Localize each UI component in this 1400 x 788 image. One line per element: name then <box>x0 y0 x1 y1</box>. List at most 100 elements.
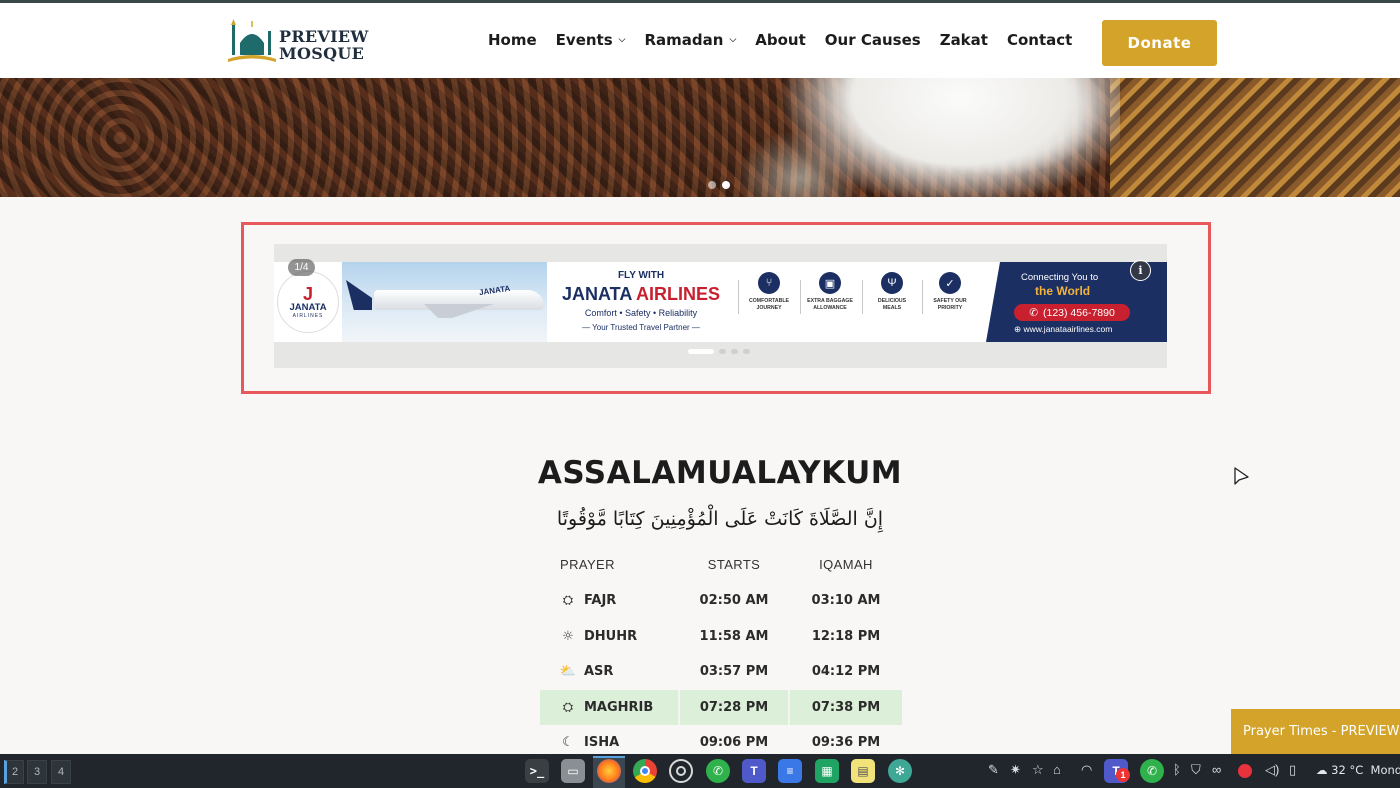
weather-cloud-icon: ☁ <box>1316 763 1328 777</box>
greeting-heading: ASSALAMUALAYKUM <box>537 455 903 491</box>
hero-dot-2[interactable] <box>722 181 730 189</box>
hero-carpet-right <box>1110 78 1400 197</box>
link-icon[interactable]: ∞ <box>1212 762 1221 777</box>
moon-icon: ☾ <box>562 735 574 751</box>
os-taskbar <box>0 754 1400 788</box>
feature-comfortable: ⑂ COMFORTABLE JOURNEY <box>741 272 797 311</box>
logo-text: PREVIEW MOSQUE <box>279 27 369 63</box>
workspace-2[interactable]: 2 <box>4 760 24 784</box>
nav-about[interactable]: About <box>755 31 806 49</box>
whatsapp-tray-icon[interactable]: ✆ <box>1140 759 1164 783</box>
sunrise-icon: ⛭ <box>562 593 574 609</box>
ad-website[interactable]: ⊕ www.janataairlines.com <box>1014 324 1112 335</box>
ad-slide-counter: 1/4 <box>288 259 315 276</box>
hero-dot-1[interactable] <box>708 181 716 189</box>
prayer-times-tab[interactable]: Prayer Times - PREVIEW <box>1231 709 1400 754</box>
workspace-4[interactable]: 4 <box>51 760 71 784</box>
trash-icon[interactable]: ⌂ <box>1053 762 1061 777</box>
ad-connecting: Connecting You to <box>1021 272 1099 283</box>
asr-starts: 03:57 PM <box>699 664 769 680</box>
ad-phone[interactable]: ✆ (123) 456-7890 <box>1014 304 1130 321</box>
dhuhr-starts: 11:58 AM <box>699 628 769 644</box>
feature-meals: Ψ DELICIOUS MEALS <box>864 272 920 311</box>
battery-icon[interactable]: ▯ <box>1289 762 1296 778</box>
ad-fly-with: FLY WITH <box>617 270 665 281</box>
globe-icon: ⊕ <box>1014 324 1022 334</box>
hero-image <box>760 78 1120 197</box>
record-icon[interactable] <box>1238 764 1252 778</box>
site-header: PREVIEW MOSQUE Home Events ⌵ Ramadan ⌵ Abo… <box>0 3 1400 78</box>
sun-cloud-icon: ⛅ <box>559 664 577 680</box>
feature-divider <box>862 280 863 314</box>
teams-icon[interactable]: T <box>742 759 766 783</box>
volume-icon[interactable]: ◁) <box>1265 762 1279 778</box>
ad-headline: JANATA AIRLINES <box>550 284 732 305</box>
bluetooth-icon[interactable]: ᛒ <box>1173 762 1181 777</box>
chevron-down-icon: ⌵ <box>618 35 626 45</box>
site-logo[interactable]: PREVIEW MOSQUE <box>226 15 369 67</box>
terminal-icon[interactable]: >_ <box>525 759 549 783</box>
ad-dot-4[interactable] <box>743 349 750 354</box>
workspace-3[interactable]: 3 <box>27 760 47 784</box>
nav-events[interactable]: Events ⌵ <box>556 31 626 49</box>
settings-app-icon[interactable]: ✻ <box>888 759 912 783</box>
nav-zakat[interactable]: Zakat <box>940 31 988 49</box>
ad-dot-1[interactable] <box>688 349 714 354</box>
ad-partner: — Your Trusted Travel Partner — <box>582 323 700 332</box>
vpn-shield-icon[interactable]: ⛉ <box>1191 762 1201 778</box>
isha-iqamah: 09:36 PM <box>811 735 881 751</box>
feature-baggage: ▣ EXTRA BAGGAGE ALLOWANCE <box>802 272 858 311</box>
airline-ad-banner[interactable]: J JANATA AIRLINES JANATA FLY WITH JANATA… <box>274 262 1167 342</box>
maghrib-iqamah: 07:38 PM <box>811 699 881 715</box>
docs-icon[interactable]: ≡ <box>778 759 802 783</box>
feature-safety: ✓ SAFETY OUR PRIORITY <box>922 272 978 311</box>
nav-ramadan[interactable]: Ramadan ⌵ <box>644 31 736 49</box>
color-picker-icon[interactable]: ✎ <box>988 762 999 778</box>
messaging-icon[interactable]: ✆ <box>706 759 730 783</box>
notification-badge: 1 <box>1116 768 1130 782</box>
airline-logo-mark: J <box>302 283 313 304</box>
notes-icon[interactable]: ▤ <box>851 759 875 783</box>
asr-iqamah: 04:12 PM <box>811 664 881 680</box>
cutlery-icon: Ψ <box>881 272 903 294</box>
header-starts: STARTS <box>707 557 761 572</box>
sheets-icon[interactable]: ▦ <box>815 759 839 783</box>
nav-home[interactable]: Home <box>488 31 537 49</box>
ad-pagination <box>688 349 750 354</box>
star-icon[interactable]: ☆ <box>1032 762 1044 778</box>
mosque-logo-icon <box>228 19 276 62</box>
quran-verse: إِنَّ الصَّلَاةَ كَانَتْ عَلَى الْمُؤْمِ… <box>556 508 884 530</box>
ad-dot-3[interactable] <box>731 349 738 354</box>
bug-icon[interactable]: ✷ <box>1010 762 1021 778</box>
ad-tagline: Comfort • Safety • Reliability <box>584 308 698 318</box>
ad-headline-red: AIRLINES <box>636 284 721 304</box>
main-nav: Home Events ⌵ Ramadan ⌵ About Our Causes Z… <box>488 31 1091 49</box>
nav-contact[interactable]: Contact <box>1007 31 1072 49</box>
feature-divider <box>738 280 739 314</box>
donate-button[interactable]: Donate <box>1102 20 1217 66</box>
feature-divider <box>800 280 801 314</box>
seat-icon: ⑂ <box>758 272 780 294</box>
table-row-maghrib: ⛭ MAGHRIB 07:28 PM 07:38 PM <box>540 689 902 725</box>
sunset-icon: ⛭ <box>562 699 574 715</box>
ad-dot-2[interactable] <box>719 349 726 354</box>
table-row-asr: ⛅ ASR 03:57 PM 04:12 PM <box>540 654 902 690</box>
airline-logo: J JANATA AIRLINES <box>277 271 339 333</box>
nav-our-causes[interactable]: Our Causes <box>825 31 921 49</box>
isha-starts: 09:06 PM <box>699 735 769 751</box>
fajr-iqamah: 03:10 AM <box>811 593 881 609</box>
files-icon[interactable]: ▭ <box>561 759 585 783</box>
chevron-down-icon: ⌵ <box>729 35 737 45</box>
wifi-icon[interactable]: ◠ <box>1081 762 1092 778</box>
shield-icon: ✓ <box>939 272 961 294</box>
mouse-cursor-icon <box>1234 467 1249 485</box>
chrome-icon[interactable] <box>633 759 657 783</box>
info-icon[interactable]: i <box>1130 260 1151 281</box>
hero-dots <box>708 181 730 189</box>
firefox-icon[interactable] <box>597 759 621 783</box>
header-iqamah: IQAMAH <box>819 557 873 572</box>
maghrib-starts: 07:28 PM <box>678 689 790 725</box>
weather-readout[interactable]: ☁ 32 °C Mond <box>1316 763 1400 777</box>
ad-headline-blue: JANATA <box>561 284 632 304</box>
obs-icon[interactable] <box>669 759 693 783</box>
